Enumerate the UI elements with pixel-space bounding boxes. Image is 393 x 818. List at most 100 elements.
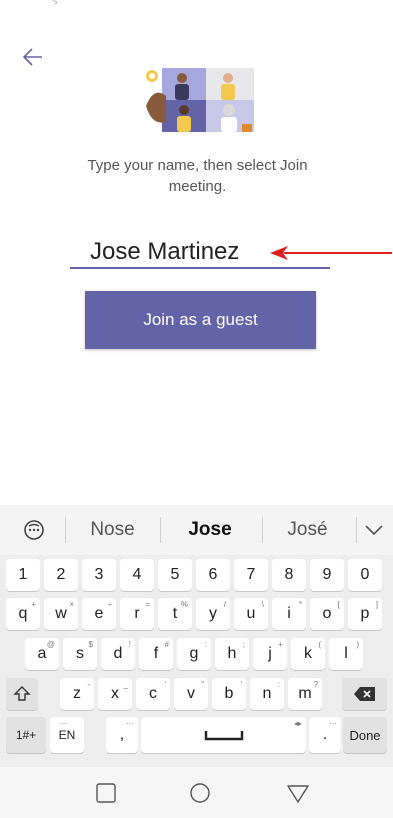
key-c[interactable]: ' c [136, 678, 170, 710]
key-label: 9 [322, 566, 332, 583]
key-l[interactable]: ) l [329, 638, 363, 670]
comma-label: , [119, 726, 125, 743]
key-i[interactable]: * i [272, 598, 306, 630]
key-label: e [94, 605, 104, 622]
key-label: w [55, 605, 67, 622]
meeting-illustration [146, 68, 254, 132]
key-alt-label: ] [375, 600, 378, 609]
key-1[interactable]: 1 [6, 559, 40, 591]
key-alt-label: $ [88, 640, 93, 649]
key-x[interactable]: _ x [98, 678, 132, 710]
period-key[interactable]: ··· . [309, 717, 341, 753]
key-alt-label: × [69, 600, 74, 609]
key-alt-label: + [278, 640, 283, 649]
key-f[interactable]: # f [139, 638, 173, 670]
key-label: q [18, 605, 28, 622]
key-label: r [134, 605, 140, 622]
key-label: l [344, 645, 348, 662]
key-alt-label: ' [164, 680, 166, 689]
key-alt-label: " [201, 680, 204, 689]
home-circle-icon[interactable] [184, 777, 216, 809]
done-key[interactable]: Done [343, 717, 387, 753]
back-arrow-icon[interactable] [20, 44, 46, 70]
key-p[interactable]: ] p [348, 598, 382, 630]
symbols-key[interactable]: 1#+ [6, 717, 46, 753]
key-alt-label: ÷ [107, 600, 112, 609]
key-2[interactable]: 2 [44, 559, 78, 591]
key-label: k [304, 645, 312, 662]
key-r[interactable]: = r [120, 598, 154, 630]
key-label: d [113, 645, 123, 662]
shift-key[interactable] [6, 678, 38, 710]
key-label: 6 [208, 566, 218, 583]
key-alt-label: + [31, 600, 36, 609]
key-h[interactable]: ; h [215, 638, 249, 670]
key-alt-label: ; [242, 640, 245, 649]
key-0[interactable]: 0 [348, 559, 382, 591]
key-label: g [189, 645, 199, 662]
shift-icon [13, 686, 31, 701]
key-4[interactable]: 4 [120, 559, 154, 591]
key-t[interactable]: % t [158, 598, 192, 630]
period-label: . [322, 726, 328, 743]
key-3[interactable]: 3 [82, 559, 116, 591]
status-bar: "5 [52, 0, 58, 6]
key-s[interactable]: $ s [63, 638, 97, 670]
key-g[interactable]: :g [177, 638, 211, 670]
key-a[interactable]: @ a [25, 638, 59, 670]
key-label: 8 [284, 566, 294, 583]
key-z[interactable]: -z [60, 678, 94, 710]
key-alt-label: ' [240, 680, 242, 689]
suggestion-3[interactable]: José [265, 505, 350, 555]
key-n[interactable]: :n [250, 678, 284, 710]
suggestion-1[interactable]: Nose [70, 505, 155, 555]
suggestion-bar: Nose Jose José [0, 505, 393, 555]
key-8[interactable]: 8 [272, 559, 306, 591]
key-e[interactable]: ÷ e [82, 598, 116, 630]
key-label: t [172, 605, 178, 622]
join-as-guest-button[interactable]: Join as a guest [85, 291, 316, 349]
key-9[interactable]: 9 [310, 559, 344, 591]
key-label: j [268, 645, 272, 662]
emoji-icon[interactable] [22, 518, 46, 542]
key-label: c [149, 685, 157, 702]
key-k[interactable]: (k [291, 638, 325, 670]
key-alt-label: : [204, 640, 207, 649]
key-label: z [73, 685, 81, 702]
key-alt-label: _ [123, 680, 128, 689]
key-w[interactable]: × w [44, 598, 78, 630]
space-bar-icon [204, 731, 243, 741]
key-o[interactable]: [o [310, 598, 344, 630]
key-label: p [360, 605, 370, 622]
key-b[interactable]: ' b [212, 678, 246, 710]
key-label: m [298, 685, 312, 702]
key-y[interactable]: / y [196, 598, 230, 630]
key-label: i [287, 605, 291, 622]
key-label: 0 [360, 566, 370, 583]
recents-square-icon[interactable] [90, 777, 122, 809]
key-alt-label: ( [318, 640, 321, 649]
language-key[interactable]: ··· EN [50, 717, 84, 753]
key-m[interactable]: ? m [288, 678, 322, 710]
key-d[interactable]: ! d [101, 638, 135, 670]
key-6[interactable]: 6 [196, 559, 230, 591]
key-u[interactable]: \ u [234, 598, 268, 630]
join-instructions: Type your name, then select Join meeting… [87, 157, 308, 195]
red-arrow-annotation [270, 246, 392, 260]
key-label: h [227, 645, 237, 662]
key-v[interactable]: " v [174, 678, 208, 710]
key-alt-label: = [145, 600, 150, 609]
key-7[interactable]: 7 [234, 559, 268, 591]
key-label: 5 [170, 566, 180, 583]
key-q[interactable]: + q [6, 598, 40, 630]
key-5[interactable]: 5 [158, 559, 192, 591]
back-triangle-icon[interactable] [282, 777, 314, 809]
key-label: y [209, 605, 217, 622]
backspace-key[interactable] [342, 678, 387, 710]
comma-key[interactable]: ··· , [106, 717, 138, 753]
key-j[interactable]: + j [253, 638, 287, 670]
space-key[interactable]: ◂▸ [141, 717, 306, 753]
collapse-chevron-icon[interactable] [364, 523, 384, 537]
key-label: b [224, 685, 234, 702]
suggestion-2[interactable]: Jose [165, 505, 255, 555]
